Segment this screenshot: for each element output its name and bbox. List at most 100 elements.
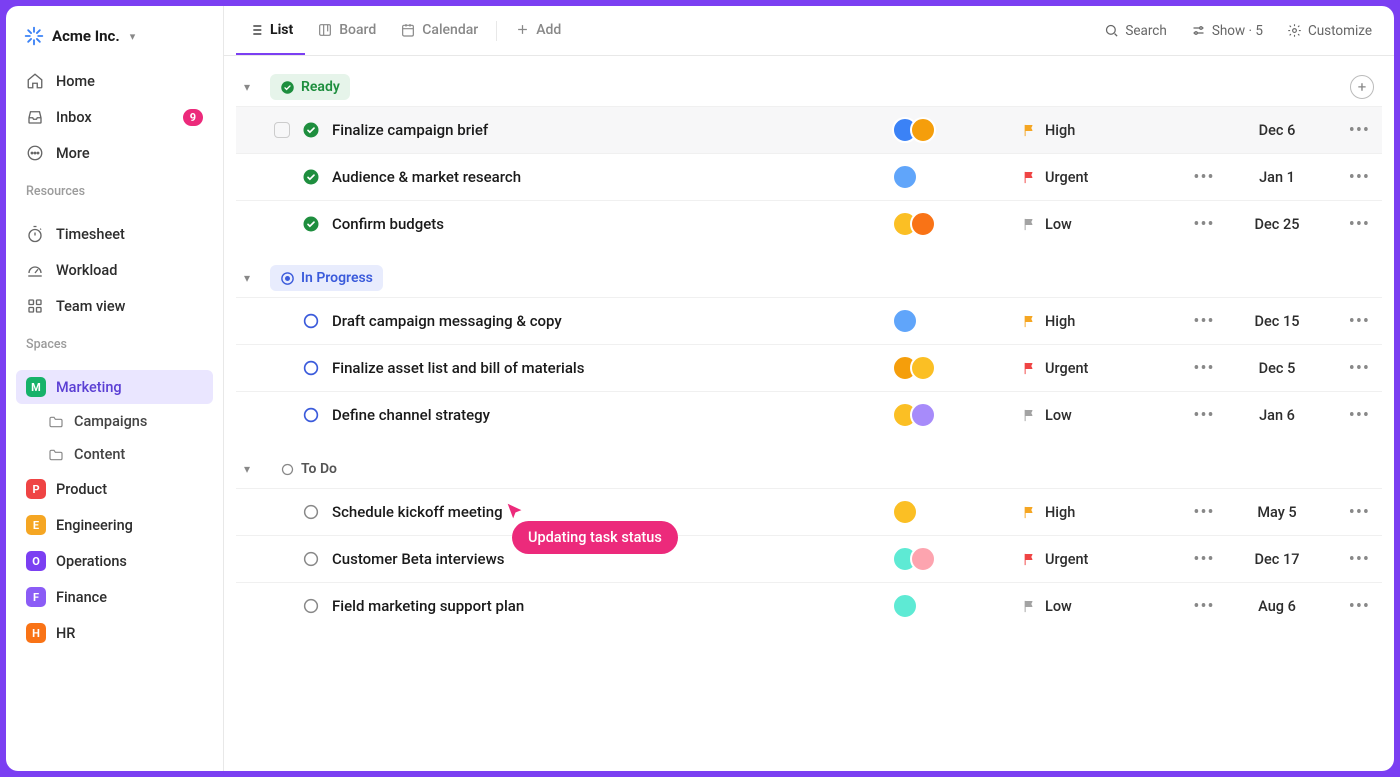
subtask-indicator[interactable]: ••• xyxy=(1184,549,1224,570)
task-row[interactable]: Define channel strategy Low ••• Jan 6 ••… xyxy=(236,391,1382,438)
space-marketing[interactable]: MMarketing xyxy=(16,370,213,404)
task-row[interactable]: Confirm budgets Low ••• Dec 25 ••• xyxy=(236,200,1382,247)
task-status-icon[interactable] xyxy=(302,503,320,521)
status-pill-ready[interactable]: Ready xyxy=(270,74,350,100)
tab-add-view[interactable]: Add xyxy=(503,6,573,55)
due-date[interactable]: Dec 25 xyxy=(1236,216,1318,233)
tab-calendar[interactable]: Calendar xyxy=(388,6,490,55)
task-status-icon[interactable] xyxy=(302,121,320,139)
due-date[interactable]: Jan 6 xyxy=(1236,407,1318,424)
task-row[interactable]: Finalize campaign brief High Dec 6 ••• xyxy=(236,106,1382,153)
task-row[interactable]: Draft campaign messaging & copy High •••… xyxy=(236,297,1382,344)
row-more-button[interactable]: ••• xyxy=(1330,596,1370,617)
due-date[interactable]: Dec 5 xyxy=(1236,360,1318,377)
due-date[interactable]: Dec 17 xyxy=(1236,551,1318,568)
task-row[interactable]: Schedule kickoff meeting High ••• May 5 … xyxy=(236,488,1382,535)
group-ready: ▾ Ready + Finalize campaign brief High D… xyxy=(236,74,1382,247)
avatar[interactable] xyxy=(892,308,918,334)
space-operations[interactable]: OOperations xyxy=(16,544,213,578)
avatar[interactable] xyxy=(910,117,936,143)
nav-workload[interactable]: Workload xyxy=(16,253,213,287)
subtask-indicator[interactable]: ••• xyxy=(1184,596,1224,617)
tab-board[interactable]: Board xyxy=(305,6,388,55)
subtask-indicator[interactable]: ••• xyxy=(1184,502,1224,523)
row-more-button[interactable]: ••• xyxy=(1330,358,1370,379)
priority-cell[interactable]: Low xyxy=(1022,216,1172,233)
priority-cell[interactable]: Low xyxy=(1022,407,1172,424)
avatar[interactable] xyxy=(892,593,918,619)
subtask-indicator[interactable]: ••• xyxy=(1184,167,1224,188)
due-date[interactable]: Dec 15 xyxy=(1236,313,1318,330)
row-more-button[interactable]: ••• xyxy=(1330,502,1370,523)
nav-teamview[interactable]: Team view xyxy=(16,289,213,323)
show-button[interactable]: Show · 5 xyxy=(1181,17,1273,45)
subtask-indicator[interactable]: ••• xyxy=(1184,214,1224,235)
row-more-button[interactable]: ••• xyxy=(1330,167,1370,188)
subtask-indicator[interactable]: ••• xyxy=(1184,358,1224,379)
task-row[interactable]: Audience & market research Urgent ••• Ja… xyxy=(236,153,1382,200)
avatar[interactable] xyxy=(892,499,918,525)
folder-icon xyxy=(48,414,64,430)
task-status-icon[interactable] xyxy=(302,359,320,377)
task-status-icon[interactable] xyxy=(302,406,320,424)
priority-cell[interactable]: Urgent xyxy=(1022,360,1172,377)
space-badge: F xyxy=(26,587,46,607)
search-button[interactable]: Search xyxy=(1094,17,1176,45)
nav-timesheet-label: Timesheet xyxy=(56,226,125,243)
subtask-indicator[interactable]: ••• xyxy=(1184,405,1224,426)
avatar[interactable] xyxy=(910,402,936,428)
folder-content[interactable]: Content xyxy=(16,439,213,470)
task-row[interactable]: Finalize asset list and bill of material… xyxy=(236,344,1382,391)
task-status-icon[interactable] xyxy=(302,312,320,330)
avatar[interactable] xyxy=(892,164,918,190)
task-status-icon[interactable] xyxy=(302,215,320,233)
row-more-button[interactable]: ••• xyxy=(1330,549,1370,570)
row-more-button[interactable]: ••• xyxy=(1330,405,1370,426)
avatar[interactable] xyxy=(910,211,936,237)
priority-cell[interactable]: Urgent xyxy=(1022,551,1172,568)
space-engineering[interactable]: EEngineering xyxy=(16,508,213,542)
add-task-button[interactable]: + xyxy=(1350,75,1374,99)
status-pill-todo[interactable]: To Do xyxy=(270,456,347,482)
space-hr[interactable]: HHR xyxy=(16,616,213,650)
folder-campaigns[interactable]: Campaigns xyxy=(16,406,213,437)
customize-button[interactable]: Customize xyxy=(1277,17,1382,45)
due-date[interactable]: Aug 6 xyxy=(1236,598,1318,615)
row-more-button[interactable]: ••• xyxy=(1330,120,1370,141)
space-product[interactable]: PProduct xyxy=(16,472,213,506)
space-finance[interactable]: FFinance xyxy=(16,580,213,614)
avatar[interactable] xyxy=(910,355,936,381)
priority-label: Low xyxy=(1045,598,1072,615)
task-status-icon[interactable] xyxy=(302,550,320,568)
task-row[interactable]: Customer Beta interviews Urgent ••• Dec … xyxy=(236,535,1382,582)
priority-cell[interactable]: Low xyxy=(1022,598,1172,615)
task-name: Define channel strategy xyxy=(332,406,880,424)
priority-cell[interactable]: High xyxy=(1022,313,1172,330)
row-more-button[interactable]: ••• xyxy=(1330,214,1370,235)
subtask-indicator[interactable]: ••• xyxy=(1184,311,1224,332)
due-date[interactable]: Jan 1 xyxy=(1236,169,1318,186)
nav-home[interactable]: Home xyxy=(16,64,213,98)
workspace-picker[interactable]: Acme Inc. ▾ xyxy=(16,20,213,52)
nav-timesheet[interactable]: Timesheet xyxy=(16,217,213,251)
task-status-icon[interactable] xyxy=(302,597,320,615)
collapse-toggle[interactable]: ▾ xyxy=(244,80,260,94)
collapse-toggle[interactable]: ▾ xyxy=(244,271,260,285)
task-row[interactable]: Field marketing support plan Low ••• Aug… xyxy=(236,582,1382,629)
status-pill-inprog[interactable]: In Progress xyxy=(270,265,383,291)
task-status-icon[interactable] xyxy=(302,168,320,186)
priority-cell[interactable]: Urgent xyxy=(1022,169,1172,186)
priority-cell[interactable]: High xyxy=(1022,122,1172,139)
nav-more[interactable]: More xyxy=(16,136,213,170)
due-date[interactable]: May 5 xyxy=(1236,504,1318,521)
stopwatch-icon xyxy=(26,225,44,243)
due-date[interactable]: Dec 6 xyxy=(1236,122,1318,139)
nav-inbox[interactable]: Inbox 9 xyxy=(16,100,213,134)
row-more-button[interactable]: ••• xyxy=(1330,311,1370,332)
assignee-stack xyxy=(892,308,1010,334)
collapse-toggle[interactable]: ▾ xyxy=(244,462,260,476)
tab-list[interactable]: List xyxy=(236,6,305,55)
priority-cell[interactable]: High xyxy=(1022,504,1172,521)
avatar[interactable] xyxy=(910,546,936,572)
checkbox[interactable] xyxy=(274,122,290,138)
